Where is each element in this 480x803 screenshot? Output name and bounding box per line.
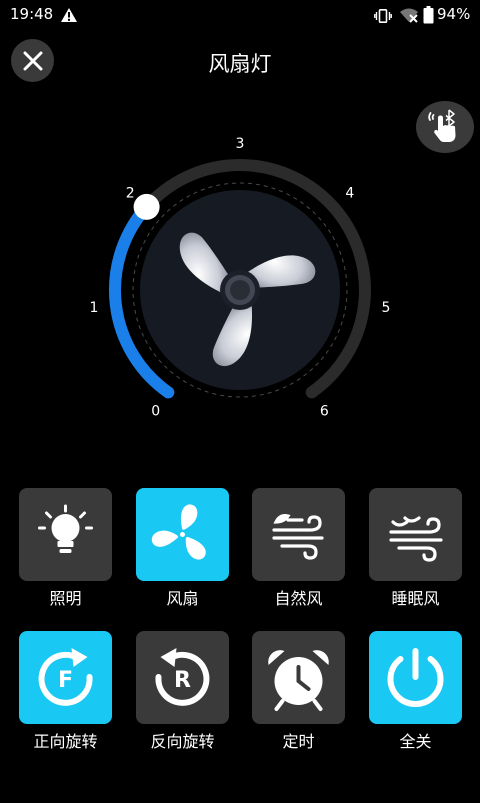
control-tile[interactable]: R [136, 631, 229, 724]
control-tile[interactable] [19, 488, 112, 581]
reverse-rotate-icon: R [155, 648, 210, 706]
fan-icon [151, 504, 206, 560]
forward-rotate-icon: F [38, 648, 93, 706]
control-label: 自然风 [274, 589, 323, 608]
control-label: 反向旋转 [150, 732, 215, 751]
control-label: 睡眠风 [391, 589, 440, 608]
dial-tick-label: 2 [126, 185, 135, 201]
power-icon [387, 648, 444, 707]
speed-dial[interactable]: 0 1 2 3 4 5 6 [0, 0, 480, 430]
control-label: 定时 [282, 732, 315, 751]
control-tile[interactable] [252, 488, 345, 581]
control-tile[interactable] [369, 631, 462, 724]
dial-tick-label: 5 [382, 300, 391, 316]
control-label: 照明 [49, 589, 82, 608]
control-label: 正向旋转 [33, 732, 98, 751]
svg-text:F: F [58, 668, 73, 693]
bulb-icon [38, 504, 93, 553]
control-tile[interactable]: F [19, 631, 112, 724]
dial-tick-label: 0 [151, 403, 160, 419]
alarm-clock-icon [268, 650, 329, 711]
dial-tick-label: 1 [90, 300, 99, 316]
control-tile[interactable] [369, 488, 462, 581]
sleep-wind-icon [389, 516, 443, 562]
svg-text:R: R [174, 668, 191, 693]
control-tile[interactable] [252, 631, 345, 724]
control-tile[interactable] [136, 488, 229, 581]
natural-wind-icon [272, 514, 324, 560]
dial-tick-label: 6 [320, 403, 329, 419]
control-label: 全关 [399, 732, 432, 751]
control-label: 风扇 [166, 589, 199, 608]
dial-tick-label: 4 [345, 185, 354, 201]
dial-knob[interactable] [133, 193, 160, 220]
dial-tick-label: 3 [236, 136, 245, 152]
